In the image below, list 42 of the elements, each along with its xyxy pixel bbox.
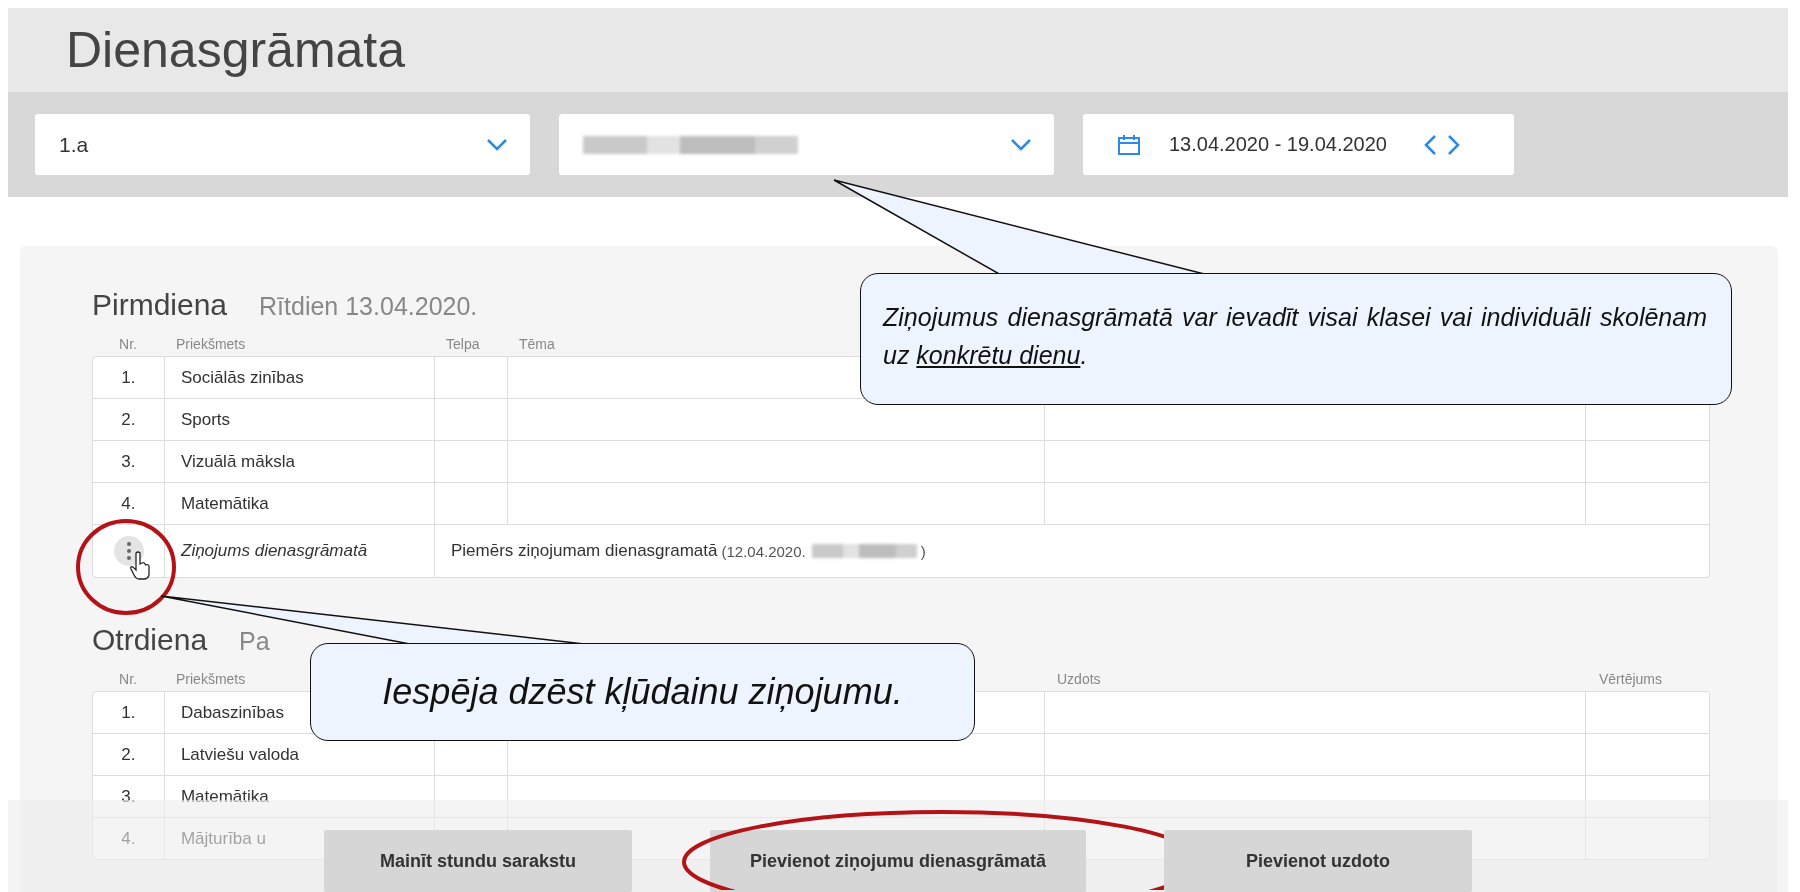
column-header: Tēma: [519, 336, 555, 352]
calendar-icon: [1117, 133, 1141, 156]
day-date: Pa: [239, 627, 270, 656]
table-cell: Matemātika: [164, 776, 435, 817]
table-cell: 2.: [93, 399, 165, 440]
table-cell: 4.: [93, 818, 165, 859]
table-cell: 1.: [93, 692, 165, 733]
column-header: Priekšmets: [176, 671, 246, 687]
table-cell: Ziņojums dienasgrāmatā: [165, 525, 435, 577]
column-header: Nr.: [119, 336, 137, 352]
closing-parenthesis: ): [920, 542, 926, 560]
student-dropdown[interactable]: [559, 114, 1054, 175]
table-cell: Sociālās zinības: [164, 357, 435, 398]
class-dropdown[interactable]: 1.a: [35, 114, 530, 175]
chevron-down-icon: [486, 138, 508, 151]
more-options-icon[interactable]: [113, 536, 144, 566]
week-picker[interactable]: 13.04.2020 - 19.04.2020: [1083, 114, 1514, 175]
column-header: Uzdots: [1057, 671, 1101, 687]
table-cell: Matemātika: [164, 483, 435, 524]
column-header: Priekšmets: [176, 336, 246, 352]
column-header: Telpa: [446, 336, 480, 352]
table-cell: 2.: [93, 734, 165, 775]
previous-icon[interactable]: [1422, 133, 1437, 156]
table-cell: 1.: [93, 357, 165, 398]
next-icon[interactable]: [1446, 133, 1461, 156]
action-button[interactable]: Pievienot uzdoto: [1164, 830, 1473, 892]
column-header: Vērtējums: [1599, 671, 1663, 687]
day-heading: Pirmdiena: [92, 288, 228, 322]
message-text: Piemērs ziņojumam dienasgramatā: [451, 541, 718, 561]
column-header: Nr.: [119, 671, 137, 687]
table-cell: 3.: [93, 441, 165, 482]
day-date: Rītdien 13.04.2020.: [259, 292, 478, 321]
table-cell: Vizuālā māksla: [164, 441, 435, 482]
table-cell: Sports: [164, 399, 435, 440]
action-button[interactable]: Mainīt stundu sarakstu: [323, 830, 632, 892]
day-heading: Otrdiena: [92, 623, 208, 657]
chevron-down-icon: [1010, 138, 1032, 151]
page-title: Dienasgrāmata: [66, 21, 406, 79]
table-cell: 3.: [93, 776, 165, 817]
message-date: (12.04.2020.: [721, 542, 806, 560]
table-cell: 4.: [93, 483, 165, 524]
action-button[interactable]: Pievienot ziņojumu dienasgrāmatā: [709, 830, 1087, 892]
